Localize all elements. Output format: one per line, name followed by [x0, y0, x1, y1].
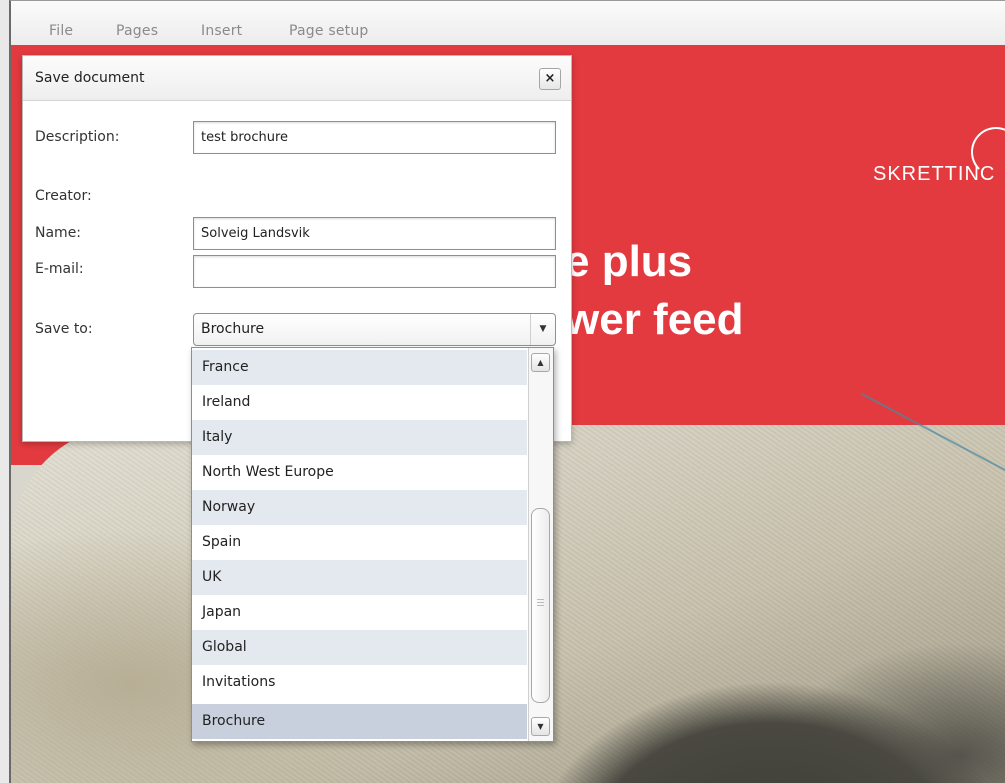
dialog-title: Save document: [35, 70, 145, 86]
dialog-titlebar[interactable]: Save document ×: [23, 56, 571, 101]
menu-file[interactable]: File: [49, 23, 73, 39]
option-japan[interactable]: Japan: [192, 595, 527, 630]
scrollbar-thumb[interactable]: [531, 508, 550, 703]
description-label: Description:: [35, 129, 120, 145]
save-to-value: Brochure: [201, 321, 265, 337]
close-icon: ×: [544, 71, 556, 86]
option-brochure[interactable]: Brochure: [192, 704, 527, 739]
name-field[interactable]: Solveig Landsvik: [193, 217, 556, 250]
option-norway[interactable]: Norway: [192, 490, 527, 525]
menubar: File Pages Insert Page setup: [11, 1, 1005, 46]
option-invitations[interactable]: Invitations: [192, 665, 527, 700]
option-france[interactable]: France: [192, 350, 527, 385]
option-italy[interactable]: Italy: [192, 420, 527, 455]
headline-line-1: e plus: [565, 237, 693, 286]
scroll-up-icon[interactable]: ▲: [531, 353, 550, 372]
menu-page-setup[interactable]: Page setup: [289, 23, 369, 39]
scroll-down-icon[interactable]: ▼: [531, 717, 550, 736]
option-ireland[interactable]: Ireland: [192, 385, 527, 420]
email-label: E-mail:: [35, 261, 84, 277]
chevron-down-icon[interactable]: ▼: [530, 314, 555, 345]
menu-pages[interactable]: Pages: [116, 23, 158, 39]
save-to-label: Save to:: [35, 321, 93, 337]
headline-line-2: wer feed: [565, 295, 744, 344]
grip-icon: [537, 599, 544, 600]
name-label: Name:: [35, 225, 82, 241]
close-button[interactable]: ×: [539, 68, 561, 90]
menu-insert[interactable]: Insert: [201, 23, 242, 39]
creator-label: Creator:: [35, 188, 92, 204]
description-field[interactable]: test brochure: [193, 121, 556, 154]
email-field[interactable]: [193, 255, 556, 288]
option-uk[interactable]: UK: [192, 560, 527, 595]
option-spain[interactable]: Spain: [192, 525, 527, 560]
brand-logo-text: SKRETTINC: [873, 163, 996, 185]
save-to-dropdown-list[interactable]: France Ireland Italy North West Europe N…: [191, 347, 554, 742]
option-global[interactable]: Global: [192, 630, 527, 665]
dropdown-scrollbar[interactable]: ▲ ▼: [528, 348, 553, 741]
save-to-select[interactable]: Brochure ▼: [193, 313, 556, 346]
option-north-west-europe[interactable]: North West Europe: [192, 455, 527, 490]
